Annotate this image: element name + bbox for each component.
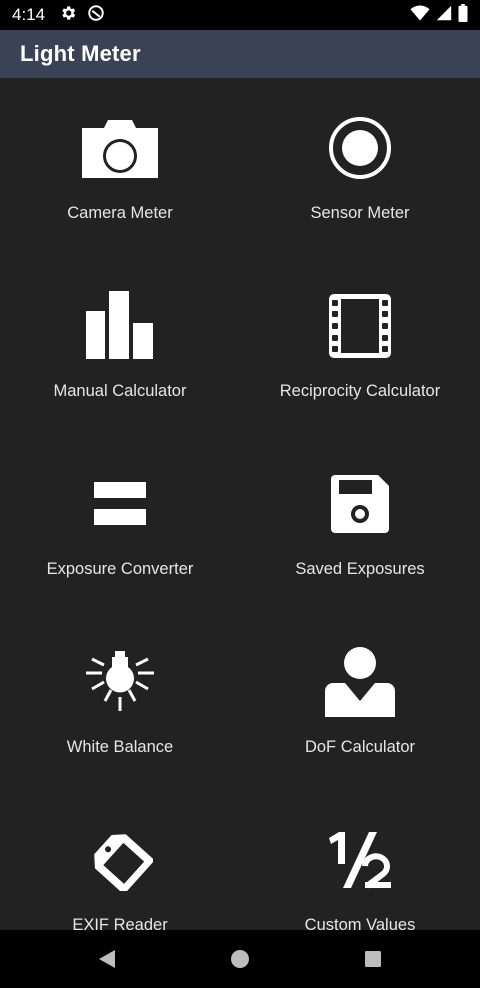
equals-icon — [80, 464, 160, 544]
sensor-meter-tile[interactable]: Sensor Meter — [240, 108, 480, 286]
back-icon[interactable] — [77, 930, 137, 988]
person-icon — [320, 642, 400, 722]
tile-label: Manual Calculator — [53, 382, 187, 400]
bar-chart-icon — [80, 286, 160, 366]
status-left-icons — [59, 4, 105, 27]
one-half-icon — [320, 820, 400, 900]
camera-meter-tile[interactable]: Camera Meter — [0, 108, 240, 286]
recents-icon[interactable] — [343, 930, 403, 988]
dof-calculator-tile[interactable]: DoF Calculator — [240, 642, 480, 820]
camera-icon — [80, 108, 160, 188]
home-icon[interactable] — [210, 930, 270, 988]
gear-icon — [59, 4, 77, 27]
do-not-disturb-icon — [87, 4, 105, 27]
floppy-disk-icon — [320, 464, 400, 544]
saved-exposures-tile[interactable]: Saved Exposures — [240, 464, 480, 642]
tile-label: Reciprocity Calculator — [279, 382, 441, 400]
status-bar: 4:14 — [0, 0, 480, 30]
status-time: 4:14 — [12, 5, 46, 24]
tile-label: White Balance — [66, 738, 174, 756]
app-title: Light Meter — [20, 41, 141, 66]
custom-values-tile[interactable]: Custom Values — [240, 820, 480, 930]
tile-label: EXIF Reader — [72, 916, 168, 930]
tile-label: Camera Meter — [67, 204, 173, 222]
white-balance-tile[interactable]: White Balance — [0, 642, 240, 820]
exposure-converter-tile[interactable]: Exposure Converter — [0, 464, 240, 642]
navigation-bar — [0, 930, 480, 988]
battery-icon — [458, 3, 468, 27]
wifi-icon — [410, 4, 430, 27]
menu-scroll-area[interactable]: Camera Meter Sensor Meter Manual Calcula… — [0, 78, 480, 930]
light-bulb-icon — [80, 642, 160, 722]
manual-calculator-tile[interactable]: Manual Calculator — [0, 286, 240, 464]
tile-label: DoF Calculator — [304, 738, 416, 756]
tile-label: Sensor Meter — [310, 204, 410, 222]
film-strip-icon — [320, 286, 400, 366]
reciprocity-calculator-tile[interactable]: Reciprocity Calculator — [240, 286, 480, 464]
sensor-circle-icon — [320, 108, 400, 188]
tile-label: Custom Values — [304, 916, 416, 930]
tile-label: Saved Exposures — [295, 560, 425, 578]
menu-grid: Camera Meter Sensor Meter Manual Calcula… — [0, 78, 480, 930]
exif-reader-tile[interactable]: EXIF Reader — [0, 820, 240, 930]
app-bar: Light Meter — [0, 30, 480, 78]
status-right-icons — [410, 3, 468, 27]
cell-signal-icon — [436, 4, 452, 27]
tag-icon — [80, 820, 160, 900]
tile-label: Exposure Converter — [46, 560, 194, 578]
